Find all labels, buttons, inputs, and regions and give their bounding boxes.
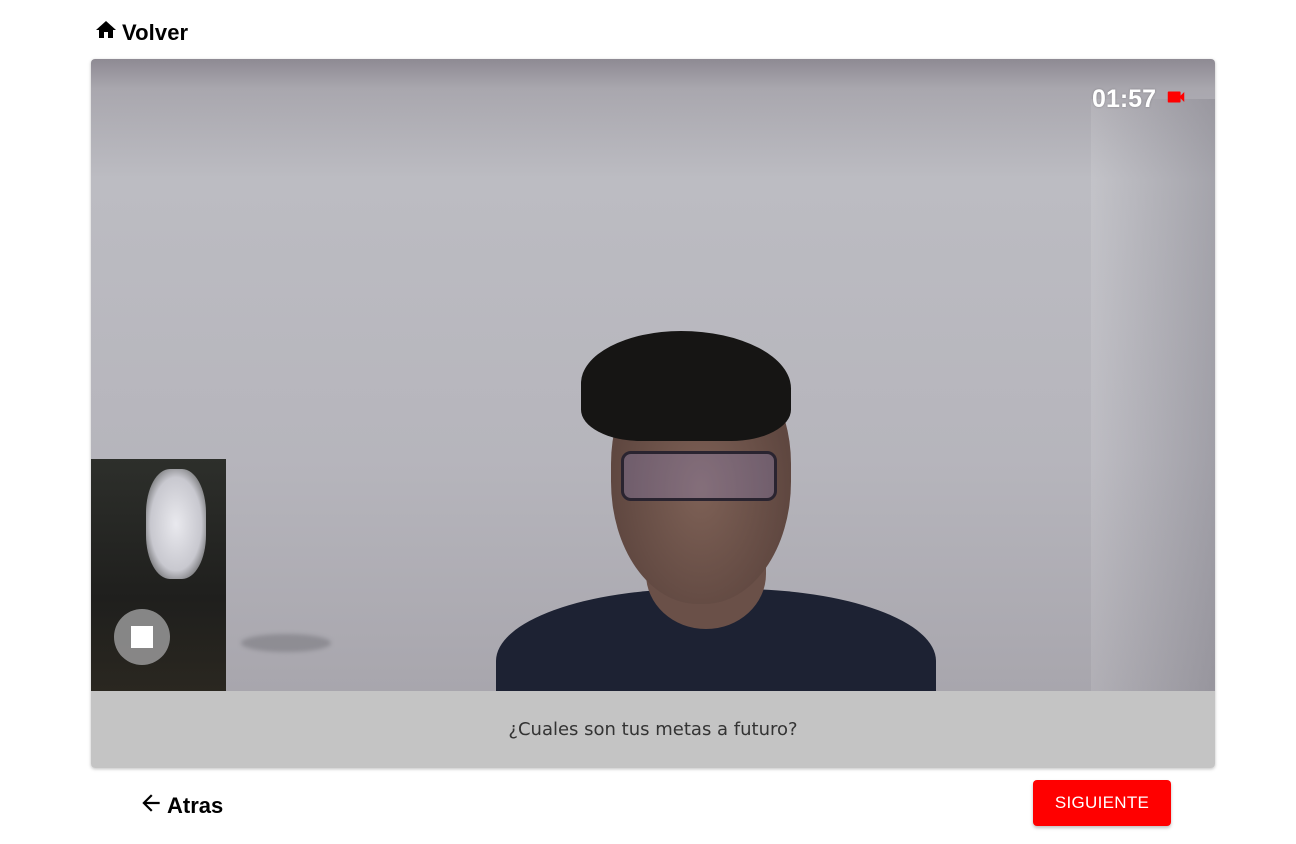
camera-preview: 01:57 (91, 59, 1215, 691)
home-link-label: Volver (122, 19, 189, 45)
home-link[interactable]: Volver (93, 18, 188, 47)
back-link[interactable]: Atras (138, 790, 223, 821)
stop-icon (131, 626, 153, 648)
home-icon (93, 18, 119, 47)
recording-timer: 01:57 (1092, 85, 1190, 114)
arrow-left-icon (138, 790, 164, 821)
question-text: ¿Cuales son tus metas a futuro? (508, 719, 798, 740)
recorder-card: 01:57 ¿Cuales son tus metas a futuro? (91, 59, 1215, 768)
back-link-label: Atras (167, 792, 224, 818)
question-bar: ¿Cuales son tus metas a futuro? (91, 691, 1215, 768)
video-camera-icon (1162, 86, 1190, 113)
stop-recording-button[interactable] (114, 609, 170, 665)
next-button[interactable]: SIGUIENTE (1033, 780, 1171, 826)
elapsed-time: 01:57 (1092, 85, 1156, 113)
